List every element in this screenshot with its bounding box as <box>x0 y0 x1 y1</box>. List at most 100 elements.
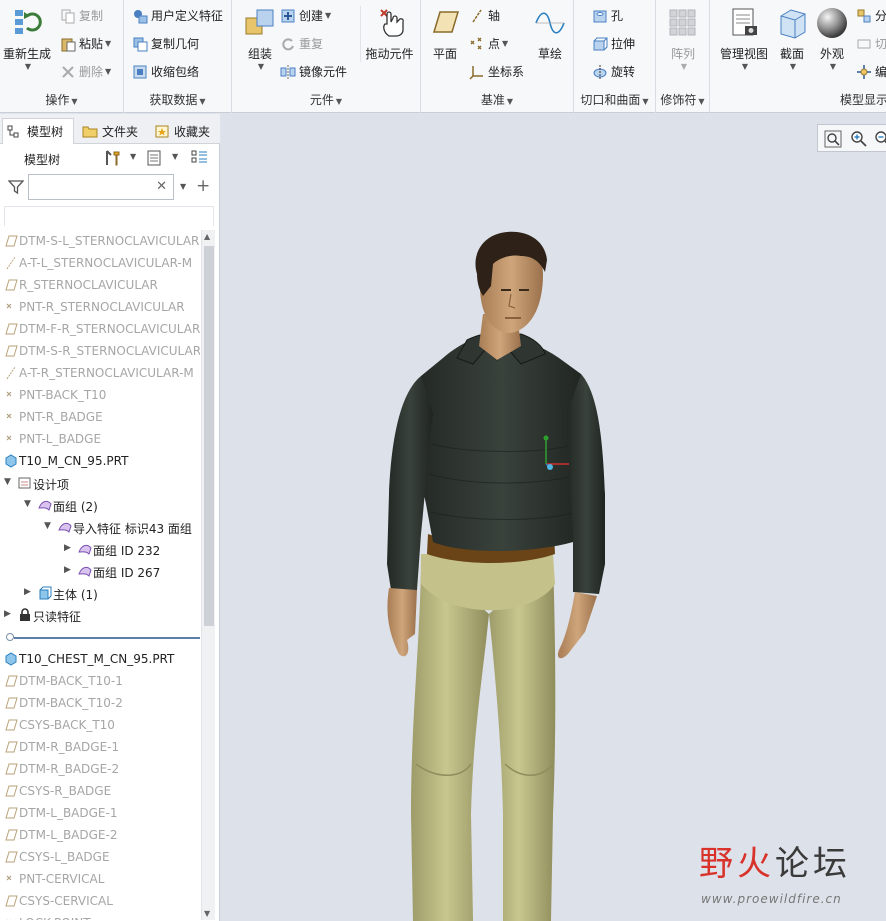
sketch-button[interactable]: 草绘 <box>531 6 569 62</box>
tree-row[interactable]: ▶ 面组 ID 267 <box>0 560 200 582</box>
tree-row[interactable]: DTM-R_BADGE-2 <box>0 758 200 780</box>
axis-button[interactable]: 轴 <box>469 7 500 24</box>
chevron-down-icon[interactable]: ▼ <box>502 39 508 48</box>
copy-button[interactable]: 复制 <box>60 7 103 24</box>
udf-button[interactable]: 用户定义特征 <box>132 7 223 24</box>
chevron-down-icon[interactable]: ▼ <box>258 62 264 71</box>
tree-row[interactable]: DTM-BACK_T10-1 <box>0 670 200 692</box>
chevron-down-icon[interactable]: ▼ <box>325 11 331 20</box>
tree-row[interactable]: DTM-BACK_T10-2 <box>0 692 200 714</box>
tree-row[interactable]: ▼ 设计项 <box>0 472 200 494</box>
extrude-button[interactable]: 拉伸 <box>592 35 635 52</box>
tree-row[interactable]: ▶ 只读特征 <box>0 604 200 626</box>
group-label-model-display[interactable]: 模型显示 <box>840 91 886 108</box>
tree-row[interactable]: ▶ 主体 (1) <box>0 582 200 604</box>
tree-row[interactable]: PNT-CERVICAL <box>0 868 200 890</box>
plane-button[interactable]: 平面 <box>427 6 463 62</box>
paste-button[interactable]: 粘贴 ▼ <box>60 35 111 52</box>
tree-row[interactable]: ▶ 面组 ID 232 <box>0 538 200 560</box>
expand-toggle-icon[interactable]: ▶ <box>4 609 11 619</box>
settings-tools-icon[interactable] <box>104 149 122 167</box>
tree-row[interactable]: CSYS-BACK_T10 <box>0 714 200 736</box>
point-button[interactable]: 点 ▼ <box>469 35 508 52</box>
tab-model-tree[interactable]: 模型树 <box>2 118 74 144</box>
tree-row[interactable]: PNT-BACK_T10 <box>0 384 200 406</box>
csys-button[interactable]: 坐标系 <box>469 63 524 80</box>
search-input-field[interactable] <box>31 177 153 197</box>
scrollbar-thumb[interactable] <box>204 246 214 626</box>
expand-toggle-icon[interactable]: ▶ <box>64 543 71 553</box>
tree-row[interactable]: A-T-L_STERNOCLAVICULAR-M <box>0 252 200 274</box>
tree-row[interactable]: DTM-S-R_STERNOCLAVICULAR <box>0 340 200 362</box>
chevron-down-icon[interactable]: ▼ <box>790 62 796 71</box>
regenerate-button[interactable]: 重新生成 ▼ <box>2 6 52 71</box>
chevron-down-icon[interactable]: ▼ <box>105 39 111 48</box>
chevron-down-icon[interactable]: ▼ <box>830 62 836 71</box>
copy-geometry-button[interactable]: 复制几何 <box>132 35 199 52</box>
tree-row[interactable]: A-T-R_STERNOCLAVICULAR-M <box>0 362 200 384</box>
repeat-button[interactable]: 重复 <box>280 35 323 52</box>
expand-toggle-icon[interactable]: ▶ <box>24 587 31 597</box>
scroll-up-arrow-icon[interactable]: ▲ <box>204 232 210 241</box>
insert-marker-icon[interactable] <box>6 633 14 641</box>
model-display-more1-button[interactable]: 分 <box>856 7 886 24</box>
tree-row[interactable]: DTM-R_BADGE-1 <box>0 736 200 758</box>
chevron-down-icon[interactable]: ▼ <box>742 62 748 71</box>
delete-button[interactable]: 删除 ▼ <box>60 63 111 80</box>
tree-row[interactable]: DTM-S-L_STERNOCLAVICULAR <box>0 230 200 252</box>
tree-row[interactable]: LOCK-POINT <box>0 912 200 920</box>
assemble-button[interactable]: 组装 ▼ <box>238 6 282 71</box>
tree-row[interactable]: DTM-L_BADGE-1 <box>0 802 200 824</box>
tree-scrollbar[interactable]: ▲ ▼ <box>201 230 215 920</box>
expand-toggle-icon[interactable]: ▼ <box>24 499 31 509</box>
tree-row[interactable]: R_STERNOCLAVICULAR <box>0 274 200 296</box>
group-label-datum[interactable]: 基准 ▼ <box>421 91 573 108</box>
human-model[interactable] <box>221 114 886 921</box>
group-label-component[interactable]: 元件 ▼ <box>232 91 420 108</box>
clear-search-icon[interactable]: ✕ <box>156 179 167 194</box>
tree-row[interactable]: CSYS-CERVICAL <box>0 890 200 912</box>
chevron-down-icon[interactable]: ▼ <box>180 182 186 191</box>
search-input[interactable]: ✕ <box>28 174 174 200</box>
tree-columns-icon[interactable] <box>190 149 210 167</box>
chevron-down-icon[interactable]: ▼ <box>130 152 136 161</box>
filter-funnel-icon[interactable] <box>7 179 25 195</box>
add-filter-icon[interactable]: + <box>196 176 210 196</box>
show-list-icon[interactable] <box>146 149 164 167</box>
scroll-down-arrow-icon[interactable]: ▼ <box>204 909 210 918</box>
revolve-button[interactable]: 旋转 <box>592 63 635 80</box>
tree-row[interactable]: ▼ 面组 (2) <box>0 494 200 516</box>
expand-toggle-icon[interactable]: ▶ <box>64 565 71 575</box>
pattern-button[interactable]: 阵列 ▼ <box>666 6 700 71</box>
tab-favorites[interactable]: 收藏夹 <box>150 118 220 144</box>
group-label-cut-surface[interactable]: 切口和曲面 ▼ <box>574 91 655 108</box>
chevron-down-icon[interactable]: ▼ <box>681 62 687 71</box>
expand-toggle-icon[interactable]: ▼ <box>4 477 11 487</box>
hole-button[interactable]: 孔 <box>592 7 623 24</box>
manage-views-button[interactable]: 管理视图 ▼ <box>718 6 770 71</box>
appearance-button[interactable]: 外观 ▼ <box>814 6 850 71</box>
tree-row[interactable]: DTM-L_BADGE-2 <box>0 824 200 846</box>
shrinkwrap-button[interactable]: 收缩包络 <box>132 63 199 80</box>
chevron-down-icon[interactable]: ▼ <box>105 67 111 76</box>
graphics-window[interactable]: 野火论坛 www.proewildfire.cn <box>221 114 886 921</box>
tree-row[interactable]: PNT-R_BADGE <box>0 406 200 428</box>
model-display-more2-button[interactable]: 切 <box>856 35 886 52</box>
tree-row[interactable]: CSYS-R_BADGE <box>0 780 200 802</box>
section-button[interactable]: 截面 ▼ <box>774 6 810 71</box>
create-button[interactable]: 创建 ▼ <box>280 7 331 24</box>
chevron-down-icon[interactable]: ▼ <box>25 62 31 71</box>
insert-here-marker[interactable] <box>0 626 200 648</box>
expand-toggle-icon[interactable]: ▼ <box>44 521 51 531</box>
mirror-component-button[interactable]: 镜像元件 <box>280 63 347 80</box>
chevron-down-icon[interactable]: ▼ <box>172 152 178 161</box>
tree-row[interactable]: T10_M_CN_95.PRT <box>0 450 200 472</box>
tree-row[interactable]: CSYS-L_BADGE <box>0 846 200 868</box>
group-label-get-data[interactable]: 获取数据 ▼ <box>124 91 231 108</box>
tree-row[interactable]: ▼ 导入特征 标识43 面组 <box>0 516 200 538</box>
tree-row[interactable]: DTM-F-R_STERNOCLAVICULAR <box>0 318 200 340</box>
tree-row[interactable]: PNT-L_BADGE <box>0 428 200 450</box>
tab-folder-browser[interactable]: 文件夹 <box>78 118 140 144</box>
model-display-more3-button[interactable]: 编 <box>856 63 886 80</box>
tree-row[interactable]: T10_CHEST_M_CN_95.PRT <box>0 648 200 670</box>
